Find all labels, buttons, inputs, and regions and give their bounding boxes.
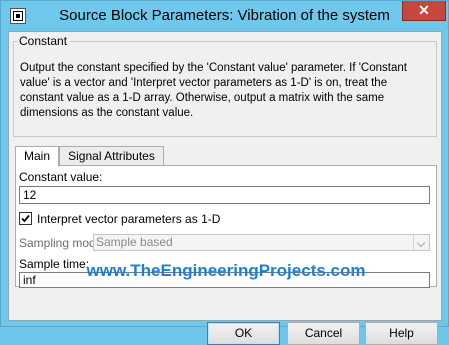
dialog-window: Source Block Parameters: Vibration of th…: [0, 0, 449, 345]
constant-value-input[interactable]: 12: [19, 186, 430, 204]
close-button[interactable]: ✕: [402, 1, 446, 21]
window-title: Source Block Parameters: Vibration of th…: [59, 7, 390, 24]
chevron-down-icon: [413, 235, 429, 250]
ok-button[interactable]: OK: [207, 322, 280, 345]
sampling-mode-value: Sample based: [96, 235, 173, 249]
cancel-button[interactable]: Cancel: [287, 322, 360, 345]
constant-group: Constant Output the constant specified b…: [13, 34, 437, 137]
interpret-vector-checkbox[interactable]: [19, 212, 32, 225]
title-bar[interactable]: Source Block Parameters: Vibration of th…: [1, 1, 448, 31]
tab-main[interactable]: Main: [15, 146, 59, 167]
checkmark-icon: [21, 214, 30, 223]
tab-signal-attributes[interactable]: Signal Attributes: [59, 146, 164, 166]
constant-value-label: Constant value:: [19, 170, 103, 184]
close-icon: ✕: [418, 2, 430, 18]
watermark-text: www.TheEngineeringProjects.com: [86, 261, 366, 280]
sampling-mode-select[interactable]: Sample based: [93, 234, 430, 251]
group-legend: Constant: [17, 34, 71, 48]
help-button[interactable]: Help: [365, 322, 438, 345]
block-description: Output the constant specified by the 'Co…: [20, 62, 407, 119]
interpret-vector-label: Interpret vector parameters as 1-D: [37, 212, 221, 226]
dialog-body: Constant Output the constant specified b…: [8, 31, 442, 345]
